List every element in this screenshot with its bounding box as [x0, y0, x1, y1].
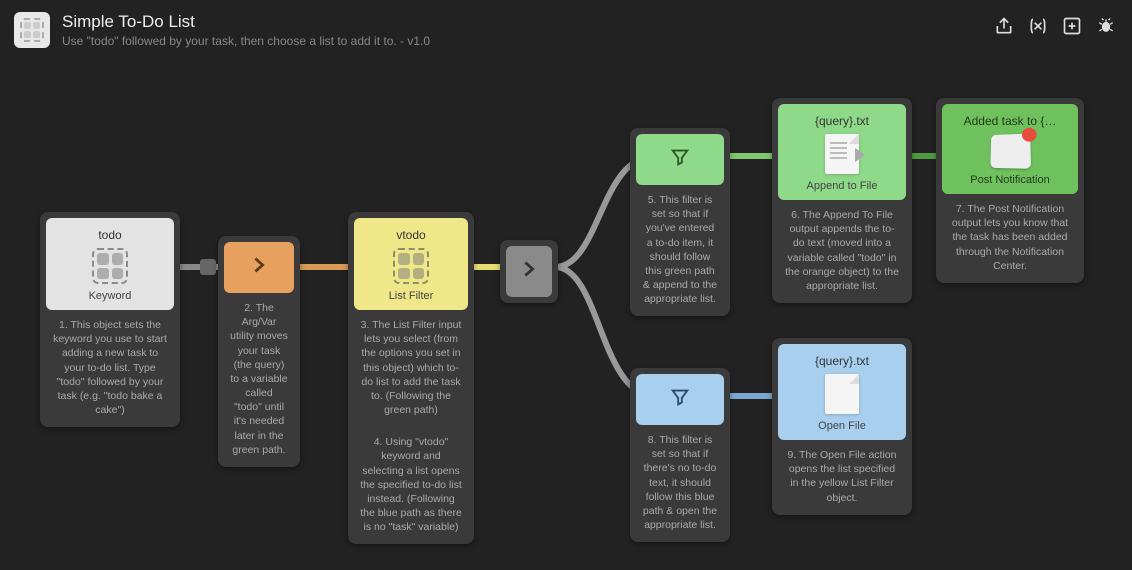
- document-icon: [825, 374, 859, 414]
- notification-object[interactable]: Added task to {… Post Notification 7. Th…: [936, 98, 1084, 283]
- header-text: Simple To-Do List Use "todo" followed by…: [62, 12, 982, 48]
- notification-title: Added task to {…: [948, 114, 1072, 128]
- funnel-icon: [636, 134, 724, 185]
- open-file-desc: 9. The Open File action opens the list s…: [778, 440, 906, 509]
- append-file-desc: 6. The Append To File output appends the…: [778, 200, 906, 297]
- workflow-subtitle: Use "todo" followed by your task, then c…: [62, 34, 982, 48]
- header-toolbar: [994, 16, 1116, 36]
- document-arrow-icon: [825, 134, 859, 174]
- add-icon[interactable]: [1062, 16, 1082, 36]
- filter-green-desc: 5. This filter is set so that if you've …: [636, 185, 724, 310]
- debug-icon[interactable]: [1096, 16, 1116, 36]
- junction-object[interactable]: [500, 240, 558, 303]
- list-filter-desc-2: 4. Using "vtodo" keyword and selecting a…: [354, 427, 468, 538]
- list-filter-label: List Filter: [360, 290, 462, 302]
- chevron-icon: [224, 242, 294, 293]
- append-file-object[interactable]: {query}.txt Append to File 6. The Append…: [772, 98, 912, 303]
- keyword-object-title: todo: [52, 228, 168, 242]
- list-filter-object[interactable]: vtodo List Filter 3. The List Filter inp…: [348, 212, 474, 544]
- placeholder-icon: [393, 248, 429, 284]
- notification-desc: 7. The Post Notification output lets you…: [942, 194, 1078, 277]
- connection-port: [200, 259, 216, 275]
- workflow-title: Simple To-Do List: [62, 12, 982, 32]
- list-filter-desc-1: 3. The List Filter input lets you select…: [354, 310, 468, 421]
- variables-icon[interactable]: [1028, 16, 1048, 36]
- keyword-object[interactable]: todo Keyword 1. This object sets the key…: [40, 212, 180, 427]
- append-file-title: {query}.txt: [784, 114, 900, 128]
- workflow-icon: [14, 12, 50, 48]
- filter-blue[interactable]: 8. This filter is set so that if there's…: [630, 368, 730, 542]
- workflow-canvas[interactable]: todo Keyword 1. This object sets the key…: [0, 56, 1132, 566]
- filter-green[interactable]: 5. This filter is set so that if you've …: [630, 128, 730, 316]
- notification-label: Post Notification: [948, 174, 1072, 186]
- keyword-object-label: Keyword: [52, 290, 168, 302]
- share-icon[interactable]: [994, 16, 1014, 36]
- chevron-icon: [506, 246, 552, 297]
- append-file-label: Append to File: [784, 180, 900, 192]
- list-filter-title: vtodo: [360, 228, 462, 242]
- argvar-utility-desc: 2. The Arg/Var utility moves your task (…: [224, 293, 294, 461]
- funnel-icon: [636, 374, 724, 425]
- argvar-utility[interactable]: 2. The Arg/Var utility moves your task (…: [218, 236, 300, 467]
- keyword-object-desc: 1. This object sets the keyword you use …: [46, 310, 174, 421]
- placeholder-icon: [92, 248, 128, 284]
- open-file-label: Open File: [784, 420, 900, 432]
- workflow-header: Simple To-Do List Use "todo" followed by…: [0, 0, 1132, 56]
- open-file-title: {query}.txt: [784, 354, 900, 368]
- open-file-object[interactable]: {query}.txt Open File 9. The Open File a…: [772, 338, 912, 515]
- filter-blue-desc: 8. This filter is set so that if there's…: [636, 425, 724, 536]
- notification-icon: [990, 134, 1031, 169]
